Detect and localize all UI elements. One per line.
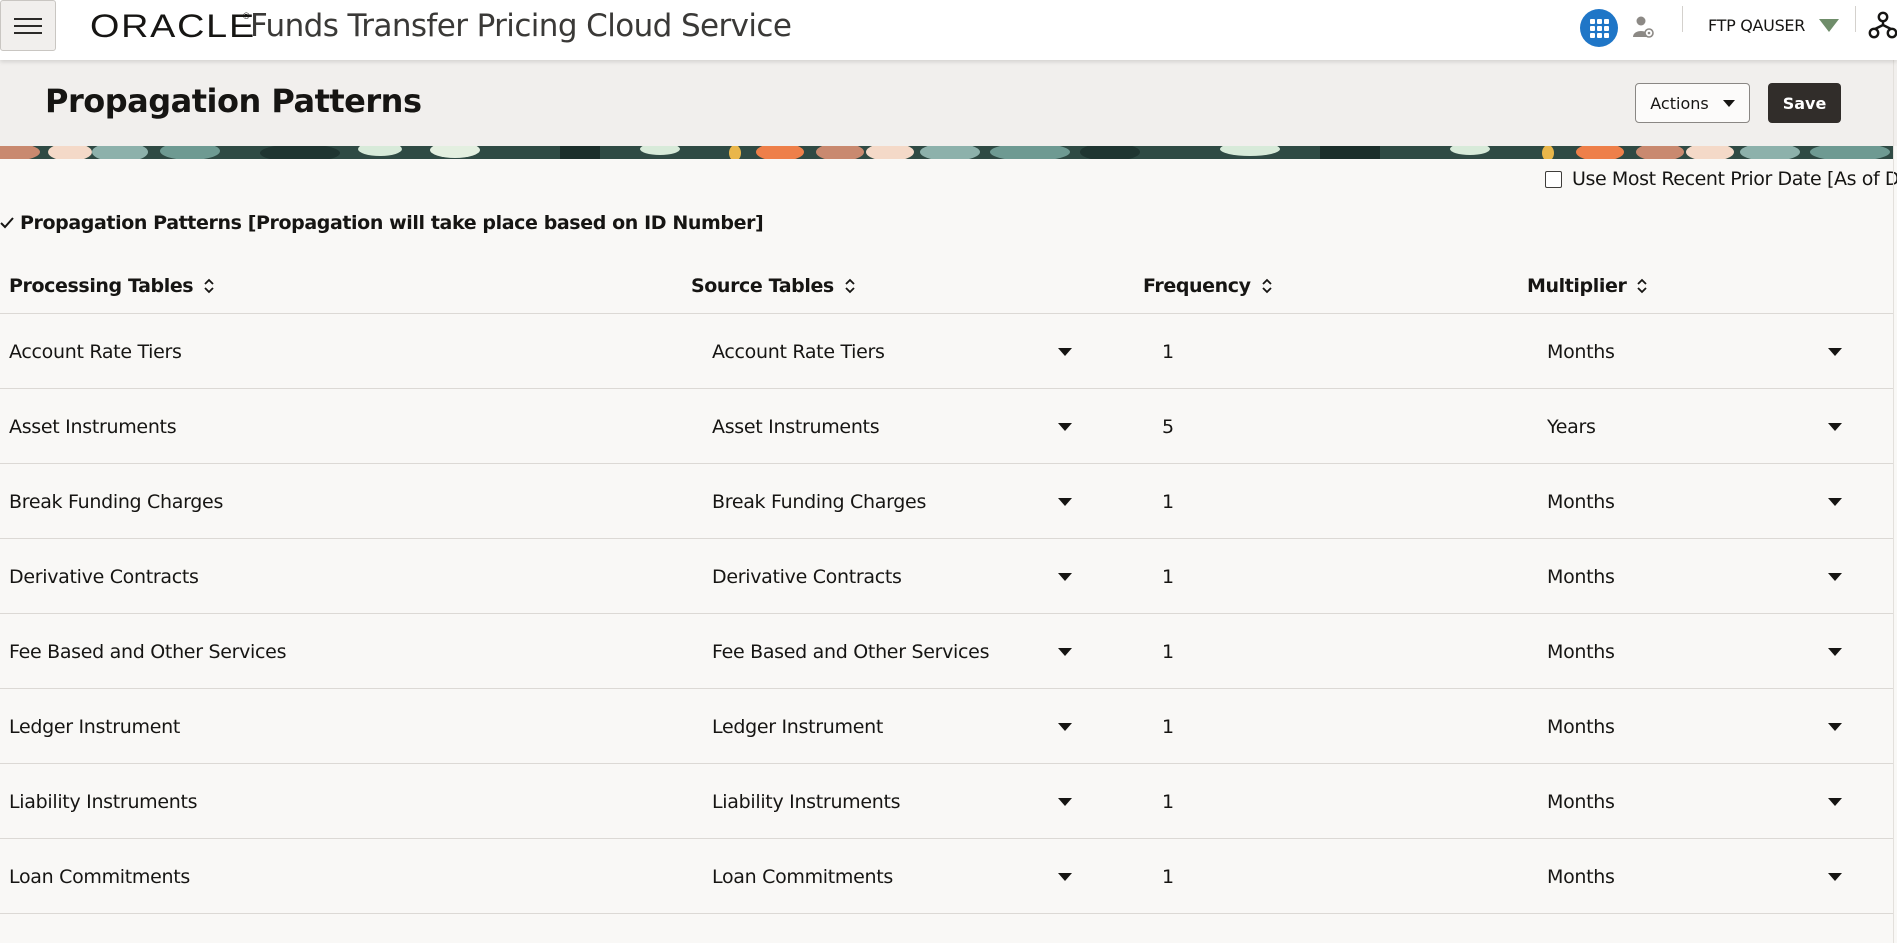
header-divider: [1682, 6, 1683, 32]
multiplier-select[interactable]: Months: [1547, 539, 1615, 614]
person-settings-icon[interactable]: [1632, 15, 1654, 39]
content-right-border: [1893, 60, 1894, 943]
hamburger-menu-icon[interactable]: [0, 0, 56, 51]
source-table-select[interactable]: Loan Commitments: [712, 839, 893, 914]
chevron-down-icon[interactable]: [1058, 498, 1072, 506]
processing-table-cell: Account Rate Tiers: [9, 340, 182, 363]
chevron-down-icon[interactable]: [1058, 648, 1072, 656]
page-header: Propagation Patterns Actions Save: [0, 60, 1897, 146]
multiplier-select[interactable]: Months: [1547, 764, 1615, 839]
source-table-select[interactable]: Fee Based and Other Services: [712, 614, 989, 689]
frequency-input[interactable]: 1: [1162, 614, 1174, 689]
user-name: FTP QAUSER: [1708, 15, 1806, 35]
actions-label: Actions: [1650, 93, 1709, 113]
chevron-down-icon[interactable]: [1828, 498, 1842, 506]
source-table-select[interactable]: Break Funding Charges: [712, 464, 926, 539]
column-header-processing-tables[interactable]: Processing Tables: [9, 274, 215, 298]
multiplier-select[interactable]: Years: [1547, 389, 1596, 464]
chevron-down-icon[interactable]: [1828, 348, 1842, 356]
processing-table-cell: Fee Based and Other Services: [9, 640, 287, 663]
frequency-input[interactable]: 1: [1162, 464, 1174, 539]
source-table-select[interactable]: Ledger Instrument: [712, 689, 883, 764]
page-title: Propagation Patterns: [45, 82, 422, 120]
processing-table-cell: Loan Commitments: [9, 865, 191, 888]
multiplier-select[interactable]: Months: [1547, 614, 1615, 689]
table-header-row: Processing Tables Source Tables Frequenc…: [0, 254, 1893, 314]
chevron-down-icon[interactable]: [1058, 873, 1072, 881]
chevron-down-icon[interactable]: [1828, 723, 1842, 731]
chevron-down-icon[interactable]: [1828, 648, 1842, 656]
chevron-down-icon[interactable]: [1828, 873, 1842, 881]
check-expand-icon[interactable]: [0, 216, 14, 230]
sort-icon[interactable]: [1636, 277, 1648, 295]
source-table-select[interactable]: Liability Instruments: [712, 764, 901, 839]
table-row: Liability Instruments Liability Instrume…: [0, 764, 1893, 839]
table-row: Break Funding Charges Break Funding Char…: [0, 464, 1893, 539]
table-row: Account Rate Tiers Account Rate Tiers 1 …: [0, 314, 1893, 389]
chevron-down-icon[interactable]: [1828, 798, 1842, 806]
top-navigation-bar: ORACLE ® Funds Transfer Pricing Cloud Se…: [0, 0, 1897, 60]
chevron-down-icon[interactable]: [1058, 423, 1072, 431]
table-row: Ledger Instrument Ledger Instrument 1 Mo…: [0, 689, 1893, 764]
frequency-input[interactable]: 1: [1162, 314, 1174, 389]
sort-icon[interactable]: [1261, 277, 1273, 295]
sort-icon[interactable]: [844, 277, 856, 295]
source-table-select[interactable]: Account Rate Tiers: [712, 314, 885, 389]
table-row: Asset Instruments Asset Instruments 5 Ye…: [0, 389, 1893, 464]
chevron-down-icon[interactable]: [1058, 723, 1072, 731]
source-table-select[interactable]: Derivative Contracts: [712, 539, 902, 614]
table-row: Loan Commitments Loan Commitments 1 Mont…: [0, 839, 1893, 914]
use-most-recent-prior-date-label: Use Most Recent Prior Date [As of Date]: [1572, 168, 1897, 190]
hierarchy-icon[interactable]: [1868, 10, 1897, 40]
section-title: Propagation Patterns [Propagation will t…: [20, 212, 764, 234]
chevron-down-icon[interactable]: [1058, 798, 1072, 806]
chevron-down-icon[interactable]: [1828, 573, 1842, 581]
frequency-input[interactable]: 1: [1162, 764, 1174, 839]
user-menu-chevron-down-icon: [1819, 18, 1840, 32]
chevron-down-icon[interactable]: [1828, 423, 1842, 431]
frequency-input[interactable]: 1: [1162, 689, 1174, 764]
column-header-frequency[interactable]: Frequency: [1143, 274, 1273, 298]
source-table-select[interactable]: Asset Instruments: [712, 389, 880, 464]
brand: ORACLE ® Funds Transfer Pricing Cloud Se…: [90, 7, 792, 45]
processing-table-cell: Derivative Contracts: [9, 565, 199, 588]
use-most-recent-prior-date-checkbox[interactable]: [1545, 170, 1562, 188]
column-header-source-tables[interactable]: Source Tables: [691, 274, 856, 298]
table-row: Fee Based and Other Services Fee Based a…: [0, 614, 1893, 689]
oracle-logo: ORACLE ®: [90, 7, 256, 44]
chevron-down-icon[interactable]: [1058, 573, 1072, 581]
use-most-recent-prior-date-option[interactable]: Use Most Recent Prior Date [As of Date]: [1545, 168, 1897, 190]
sort-icon[interactable]: [203, 277, 215, 295]
section-header[interactable]: Propagation Patterns [Propagation will t…: [0, 210, 764, 236]
decorative-banner: [0, 146, 1893, 159]
frequency-input[interactable]: 1: [1162, 539, 1174, 614]
chevron-down-icon: [1722, 99, 1735, 107]
save-button[interactable]: Save: [1768, 83, 1841, 123]
frequency-input[interactable]: 5: [1162, 389, 1174, 464]
propagation-patterns-table: Processing Tables Source Tables Frequenc…: [0, 254, 1893, 914]
multiplier-select[interactable]: Months: [1547, 839, 1615, 914]
processing-table-cell: Liability Instruments: [9, 790, 198, 813]
app-grid-icon[interactable]: [1580, 9, 1618, 47]
processing-table-cell: Ledger Instrument: [9, 715, 181, 738]
column-header-multiplier[interactable]: Multiplier: [1527, 274, 1648, 298]
multiplier-select[interactable]: Months: [1547, 689, 1615, 764]
header-divider: [1855, 6, 1856, 32]
processing-table-cell: Asset Instruments: [9, 415, 177, 438]
app-title: Funds Transfer Pricing Cloud Service: [250, 8, 792, 44]
chevron-down-icon[interactable]: [1058, 348, 1072, 356]
actions-button[interactable]: Actions: [1635, 83, 1750, 123]
multiplier-select[interactable]: Months: [1547, 314, 1615, 389]
table-row: Derivative Contracts Derivative Contract…: [0, 539, 1893, 614]
frequency-input[interactable]: 1: [1162, 839, 1174, 914]
user-menu[interactable]: FTP QAUSER: [1708, 13, 1840, 37]
processing-table-cell: Break Funding Charges: [9, 490, 224, 513]
multiplier-select[interactable]: Months: [1547, 464, 1615, 539]
